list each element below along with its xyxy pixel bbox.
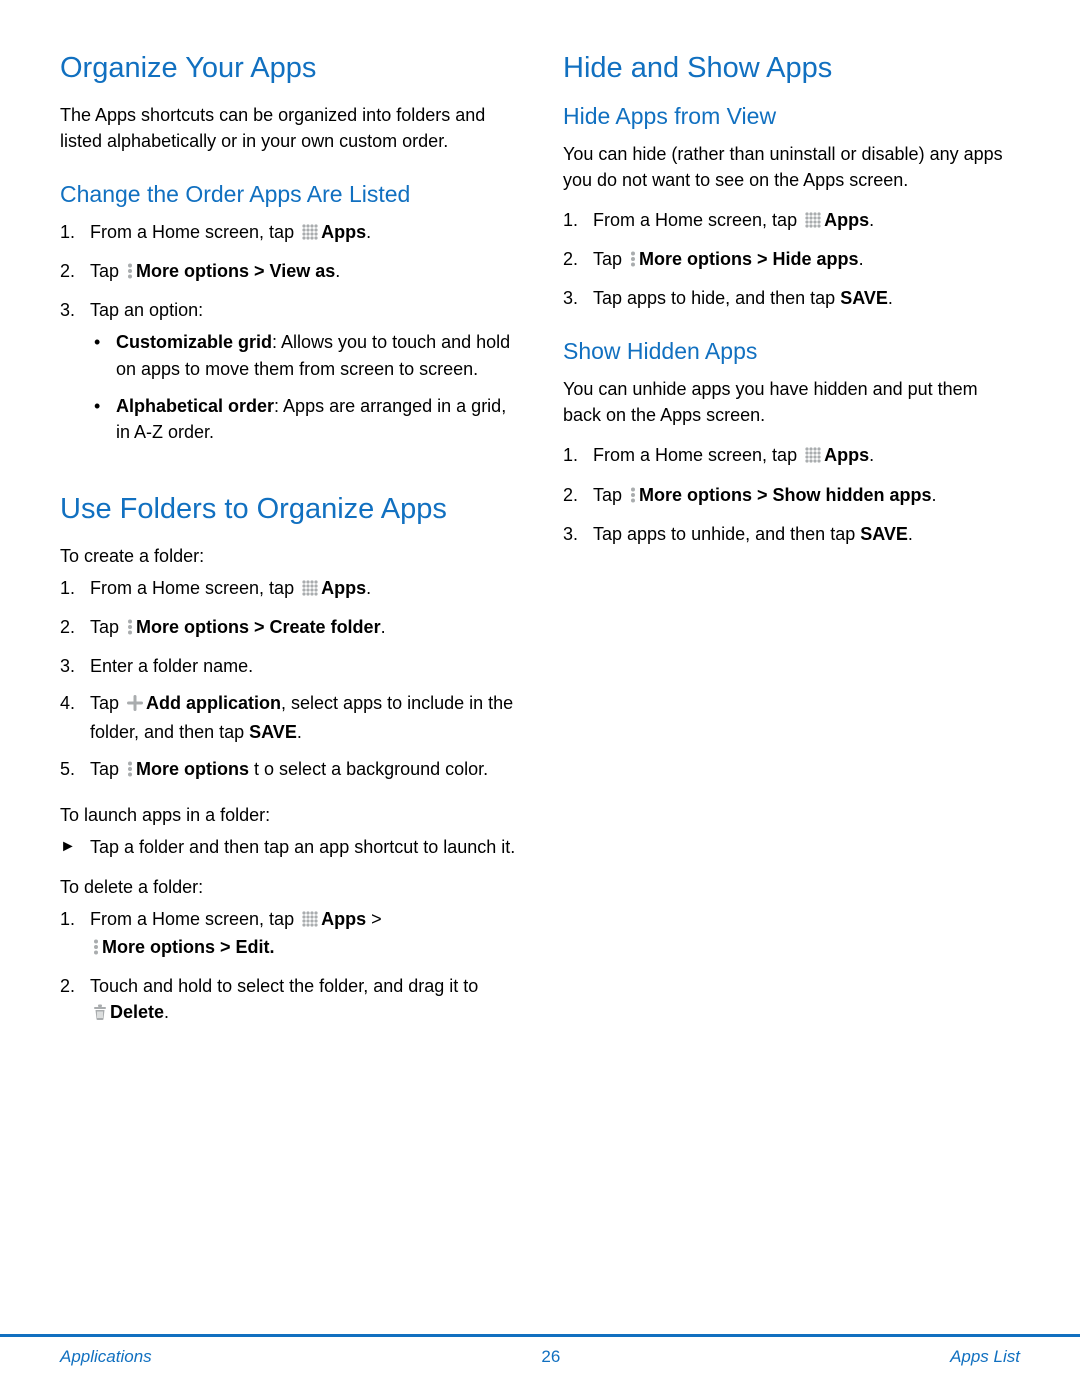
more-options-icon bbox=[127, 260, 133, 286]
list-item: Touch and hold to select the folder, and… bbox=[60, 973, 517, 1027]
apps-icon bbox=[805, 444, 821, 470]
more-options-icon bbox=[630, 248, 636, 274]
text-bold: Apps bbox=[824, 210, 869, 230]
lead-create-folder: To create a folder: bbox=[60, 543, 517, 569]
lead-launch-folder: To launch apps in a folder: bbox=[60, 802, 517, 828]
text-bold: More options > Edit. bbox=[102, 937, 275, 957]
apps-icon bbox=[302, 577, 318, 603]
steps-delete-folder: From a Home screen, tap Apps > More opti… bbox=[60, 906, 517, 1027]
trash-icon bbox=[93, 1001, 107, 1027]
text-bold: Alphabetical order bbox=[116, 396, 274, 416]
heading-change-order: Change the Order Apps Are Listed bbox=[60, 180, 517, 209]
intro-organize: The Apps shortcuts can be organized into… bbox=[60, 102, 517, 154]
intro-show-hidden: You can unhide apps you have hidden and … bbox=[563, 376, 1020, 428]
more-options-icon bbox=[127, 616, 133, 642]
list-item: From a Home screen, tap Apps. bbox=[563, 207, 1020, 235]
steps-create-folder: From a Home screen, tap Apps. Tap More o… bbox=[60, 575, 517, 784]
footer-right: Apps List bbox=[950, 1347, 1020, 1367]
text-bold: More options > Create folder bbox=[136, 617, 381, 637]
heading-hide-apps: Hide Apps from View bbox=[563, 102, 1020, 131]
more-options-icon bbox=[127, 758, 133, 784]
text-bold: Apps bbox=[321, 578, 366, 598]
text-bold: More options > View as bbox=[136, 261, 335, 281]
heading-use-folders: Use Folders to Organize Apps bbox=[60, 491, 517, 527]
steps-show-hidden: From a Home screen, tap Apps. Tap More o… bbox=[563, 442, 1020, 546]
text: From a Home screen, tap bbox=[90, 222, 299, 242]
text: From a Home screen, tap bbox=[593, 445, 802, 465]
apps-icon bbox=[805, 209, 821, 235]
text: Tap bbox=[90, 617, 124, 637]
text-bold: Apps bbox=[321, 222, 366, 242]
list-item: Tap More options > View as. bbox=[60, 258, 517, 286]
text-bold: Add application bbox=[146, 693, 281, 713]
heading-hide-show-apps: Hide and Show Apps bbox=[563, 50, 1020, 86]
text: Tap an option: bbox=[90, 300, 203, 320]
text: Tap bbox=[90, 759, 124, 779]
list-item: Alphabetical order: Apps are arranged in… bbox=[90, 393, 517, 445]
text: Tap bbox=[90, 693, 124, 713]
list-item: Tap apps to hide, and then tap SAVE. bbox=[563, 285, 1020, 311]
page-body: Organize Your Apps The Apps shortcuts ca… bbox=[0, 0, 1080, 1045]
steps-change-order: From a Home screen, tap Apps. Tap More o… bbox=[60, 219, 517, 445]
left-column: Organize Your Apps The Apps shortcuts ca… bbox=[60, 50, 517, 1045]
intro-hide-apps: You can hide (rather than uninstall or d… bbox=[563, 141, 1020, 193]
text: Tap apps to unhide, and then tap bbox=[593, 524, 860, 544]
list-item: Enter a folder name. bbox=[60, 653, 517, 679]
sub-bullets: Customizable grid: Allows you to touch a… bbox=[90, 329, 517, 444]
heading-show-hidden-apps: Show Hidden Apps bbox=[563, 337, 1020, 366]
list-item: Customizable grid: Allows you to touch a… bbox=[90, 329, 517, 381]
arrow-item: Tap a folder and then tap an app shortcu… bbox=[60, 834, 517, 860]
apps-icon bbox=[302, 908, 318, 934]
text: Tap bbox=[593, 249, 627, 269]
text: Tap bbox=[593, 485, 627, 505]
text-bold: More options > Hide apps bbox=[639, 249, 859, 269]
text: Tap bbox=[90, 261, 124, 281]
text-bold: Apps bbox=[321, 909, 366, 929]
text-bold: SAVE bbox=[860, 524, 908, 544]
list-item: Tap More options > Show hidden apps. bbox=[563, 482, 1020, 510]
text: Touch and hold to select the folder, and… bbox=[90, 976, 478, 996]
text-bold: More options > Show hidden apps bbox=[639, 485, 932, 505]
text: Enter a folder name. bbox=[90, 656, 253, 676]
text-bold: Delete bbox=[110, 1002, 164, 1022]
footer-page-number: 26 bbox=[541, 1347, 560, 1367]
plus-icon bbox=[127, 692, 143, 718]
text: t o select a background color. bbox=[249, 759, 488, 779]
text: From a Home screen, tap bbox=[593, 210, 802, 230]
heading-organize-your-apps: Organize Your Apps bbox=[60, 50, 517, 86]
text: Tap apps to hide, and then tap bbox=[593, 288, 840, 308]
text-bold: Apps bbox=[824, 445, 869, 465]
apps-icon bbox=[302, 221, 318, 247]
list-item: From a Home screen, tap Apps. bbox=[60, 219, 517, 247]
text: Tap a folder and then tap an app shortcu… bbox=[90, 837, 515, 857]
text-bold: Customizable grid bbox=[116, 332, 272, 352]
list-item: Tap Add application, select apps to incl… bbox=[60, 690, 517, 744]
list-item: From a Home screen, tap Apps. bbox=[60, 575, 517, 603]
footer-left: Applications bbox=[60, 1347, 152, 1367]
page-footer: Applications 26 Apps List bbox=[0, 1334, 1080, 1367]
steps-hide-apps: From a Home screen, tap Apps. Tap More o… bbox=[563, 207, 1020, 311]
list-item: From a Home screen, tap Apps > More opti… bbox=[60, 906, 517, 962]
list-item: From a Home screen, tap Apps. bbox=[563, 442, 1020, 470]
right-column: Hide and Show Apps Hide Apps from View Y… bbox=[563, 50, 1020, 1045]
lead-delete-folder: To delete a folder: bbox=[60, 874, 517, 900]
list-item: Tap an option: Customizable grid: Allows… bbox=[60, 297, 517, 444]
list-item: Tap More options t o select a background… bbox=[60, 756, 517, 784]
text: From a Home screen, tap bbox=[90, 578, 299, 598]
list-item: Tap apps to unhide, and then tap SAVE. bbox=[563, 521, 1020, 547]
more-options-icon bbox=[630, 484, 636, 510]
text-bold: More options bbox=[136, 759, 249, 779]
list-item: Tap More options > Hide apps. bbox=[563, 246, 1020, 274]
text-bold: SAVE bbox=[249, 722, 297, 742]
text: > bbox=[366, 909, 382, 929]
text: From a Home screen, tap bbox=[90, 909, 299, 929]
more-options-icon bbox=[93, 936, 99, 962]
list-item: Tap More options > Create folder. bbox=[60, 614, 517, 642]
text-bold: SAVE bbox=[840, 288, 888, 308]
